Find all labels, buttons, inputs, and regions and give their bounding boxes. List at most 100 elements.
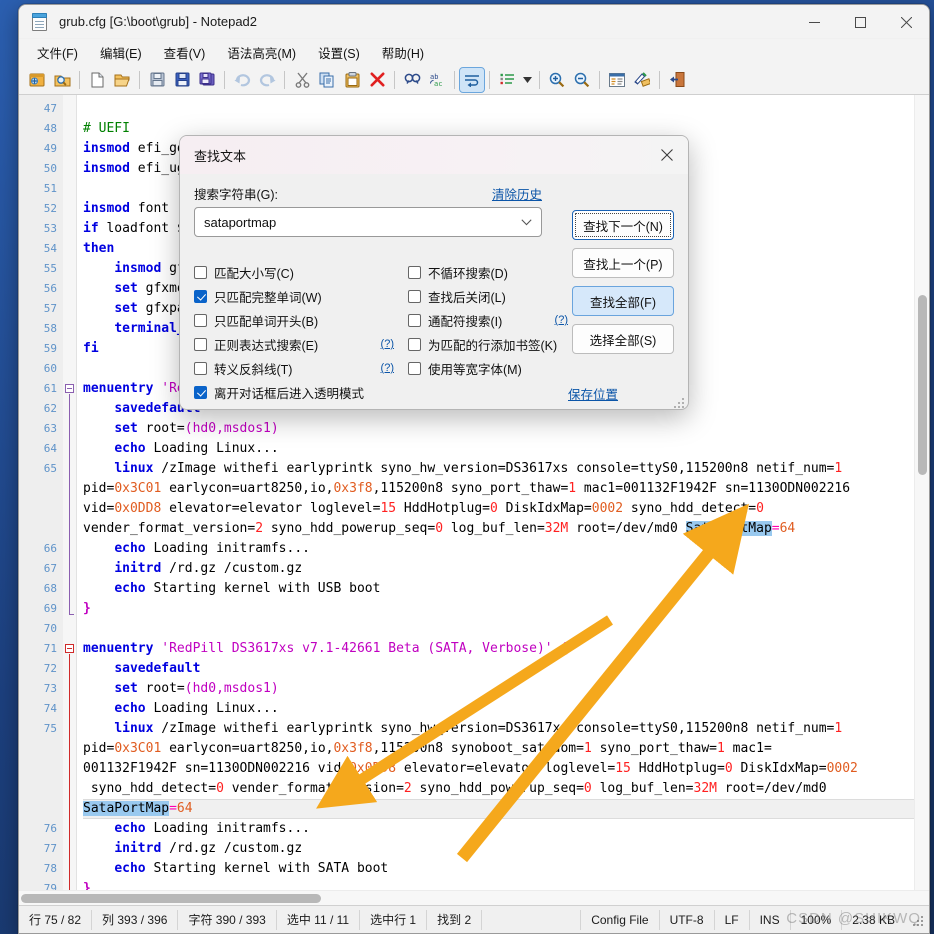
checkbox-icon[interactable]	[408, 361, 421, 375]
wildcard-checkbox[interactable]: 通配符搜索(I) (?)	[408, 308, 568, 332]
status-chars[interactable]: 字符 390 / 393	[178, 909, 277, 930]
status-encoding[interactable]: UTF-8	[658, 909, 714, 930]
menu-edit[interactable]: 编辑(E)	[90, 40, 152, 65]
checkbox-icon[interactable]	[408, 337, 421, 351]
status-insert-mode[interactable]: INS	[748, 909, 790, 930]
checkbox-icon[interactable]	[408, 265, 421, 279]
transparent-mode-checkbox[interactable]: 离开对话框后进入透明模式	[194, 380, 394, 404]
redo-icon[interactable]	[255, 68, 279, 92]
code-wrapped-row[interactable]: vender_format_version=2 syno_hdd_powerup…	[83, 519, 929, 539]
bookmark-matches-checkbox[interactable]: 为匹配的行添加书签(K)	[408, 332, 568, 356]
help-link[interactable]: (?)	[381, 362, 394, 374]
menu-settings[interactable]: 设置(S)	[308, 40, 370, 65]
status-selection[interactable]: 选中 11 / 11	[277, 909, 361, 930]
scheme-icon[interactable]	[605, 68, 629, 92]
code-line[interactable]: echo Loading Linux...	[83, 439, 929, 459]
vertical-scrollbar[interactable]	[914, 95, 929, 890]
vertical-scrollbar-thumb[interactable]	[918, 295, 927, 475]
dialog-resize-grip[interactable]	[674, 398, 684, 408]
replace-icon[interactable]: ab ac	[425, 68, 449, 92]
exit-icon[interactable]	[665, 68, 689, 92]
horizontal-scrollbar[interactable]	[19, 890, 929, 905]
help-link[interactable]: (?)	[381, 338, 394, 350]
code-line[interactable]: menuentry 'RedPill DS3617xs v7.1-42661 B…	[83, 639, 929, 659]
checkbox-icon[interactable]	[194, 265, 207, 279]
customize-icon[interactable]	[630, 68, 654, 92]
status-eol[interactable]: LF	[713, 909, 749, 930]
save-copy-icon[interactable]	[195, 68, 219, 92]
find-next-button[interactable]: 查找下一个(N)	[572, 210, 674, 240]
code-line[interactable]: linux /zImage withefi earlyprintk syno_h…	[83, 459, 929, 479]
reset-position-link[interactable]: 重置位置	[568, 409, 670, 410]
code-wrapped-row[interactable]: 001132F1942F sn=1130ODN002216 vid=0x0DD8…	[83, 759, 929, 779]
close-after-find-checkbox[interactable]: 查找后关闭(L)	[408, 284, 568, 308]
monospace-font-checkbox[interactable]: 使用等宽字体(M)	[408, 356, 568, 380]
menu-view[interactable]: 查看(V)	[154, 40, 216, 65]
checkbox-icon[interactable]	[194, 361, 207, 375]
status-found[interactable]: 找到 2	[427, 909, 483, 930]
new-window-icon[interactable]	[25, 68, 49, 92]
cut-icon[interactable]	[290, 68, 314, 92]
zoom-in-icon[interactable]	[545, 68, 569, 92]
select-all-button[interactable]: 选择全部(S)	[572, 324, 674, 354]
maximize-button[interactable]	[837, 5, 883, 39]
checkbox-checked-icon[interactable]	[194, 289, 207, 303]
zoom-out-icon[interactable]	[570, 68, 594, 92]
bookmark-list-icon[interactable]	[495, 68, 519, 92]
fold-collapse-box[interactable]	[65, 644, 74, 653]
menu-file[interactable]: 文件(F)	[27, 40, 88, 65]
status-scheme[interactable]: Config File	[580, 909, 658, 930]
delete-icon[interactable]	[365, 68, 389, 92]
checkbox-icon[interactable]	[194, 313, 207, 327]
find-icon[interactable]	[400, 68, 424, 92]
dropdown-arrow-icon[interactable]	[520, 68, 534, 92]
escape-backslash-checkbox[interactable]: 转义反斜线(T) (?)	[194, 356, 394, 380]
menu-help[interactable]: 帮助(H)	[372, 40, 434, 65]
horizontal-scrollbar-thumb[interactable]	[21, 894, 321, 903]
code-wrapped-row[interactable]: vid=0x0DD8 elevator=elevator loglevel=15…	[83, 499, 929, 519]
whole-word-checkbox[interactable]: 只匹配完整单词(W)	[194, 284, 394, 308]
fold-collapse-box[interactable]	[65, 384, 74, 393]
search-input[interactable]: sataportmap	[194, 207, 542, 237]
save-as-icon[interactable]	[170, 68, 194, 92]
paste-icon[interactable]	[340, 68, 364, 92]
code-line[interactable]: set root=(hd0,msdos1)	[83, 419, 929, 439]
code-line[interactable]: }	[83, 879, 929, 890]
status-filesize[interactable]: 2.38 KB	[841, 909, 905, 930]
minimize-button[interactable]	[791, 5, 837, 39]
match-case-checkbox[interactable]: 匹配大小写(C)	[194, 260, 394, 284]
checkbox-icon[interactable]	[408, 289, 421, 303]
word-start-checkbox[interactable]: 只匹配单词开头(B)	[194, 308, 394, 332]
code-wrapped-row[interactable]: pid=0x3C01 earlycon=uart8250,io,0x3f8,11…	[83, 479, 929, 499]
code-line[interactable]	[83, 99, 929, 119]
menu-syntax[interactable]: 语法高亮(M)	[217, 40, 306, 65]
open-file-icon[interactable]	[110, 68, 134, 92]
clear-history-link[interactable]: 清除历史	[492, 184, 542, 203]
help-link[interactable]: (?)	[555, 314, 568, 326]
code-line[interactable]: echo Loading initramfs...	[83, 539, 929, 559]
code-line[interactable]: echo Starting kernel with SATA boot	[83, 859, 929, 879]
status-selected-lines[interactable]: 选中行 1	[360, 909, 428, 930]
copy-icon[interactable]	[315, 68, 339, 92]
code-line[interactable]: set root=(hd0,msdos1)	[83, 679, 929, 699]
code-wrapped-row[interactable]: syno_hdd_detect=0 vender_format_version=…	[83, 779, 929, 799]
find-dialog-title-bar[interactable]: 查找文本	[180, 136, 688, 174]
find-all-button[interactable]: 查找全部(F)	[572, 286, 674, 316]
status-column[interactable]: 列 393 / 396	[92, 909, 179, 930]
code-line[interactable]: }	[83, 599, 929, 619]
save-position-link[interactable]: 保存位置	[568, 384, 670, 403]
undo-icon[interactable]	[230, 68, 254, 92]
code-line[interactable]: linux /zImage withefi earlyprintk syno_h…	[83, 719, 929, 739]
code-line[interactable]: echo Loading Linux...	[83, 699, 929, 719]
resize-grip[interactable]	[909, 912, 925, 928]
close-button[interactable]	[883, 5, 929, 39]
no-wrap-checkbox[interactable]: 不循环搜索(D)	[408, 260, 568, 284]
code-line[interactable]: savedefault	[83, 659, 929, 679]
code-folding-column[interactable]	[63, 95, 77, 890]
regex-checkbox[interactable]: 正则表达式搜索(E) (?)	[194, 332, 394, 356]
code-wrapped-row[interactable]: SataPortMap=64	[83, 799, 929, 819]
code-line[interactable]	[83, 619, 929, 639]
title-bar[interactable]: grub.cfg [G:\boot\grub] - Notepad2	[19, 5, 929, 39]
checkbox-icon[interactable]	[194, 337, 207, 351]
code-line[interactable]: initrd /rd.gz /custom.gz	[83, 559, 929, 579]
